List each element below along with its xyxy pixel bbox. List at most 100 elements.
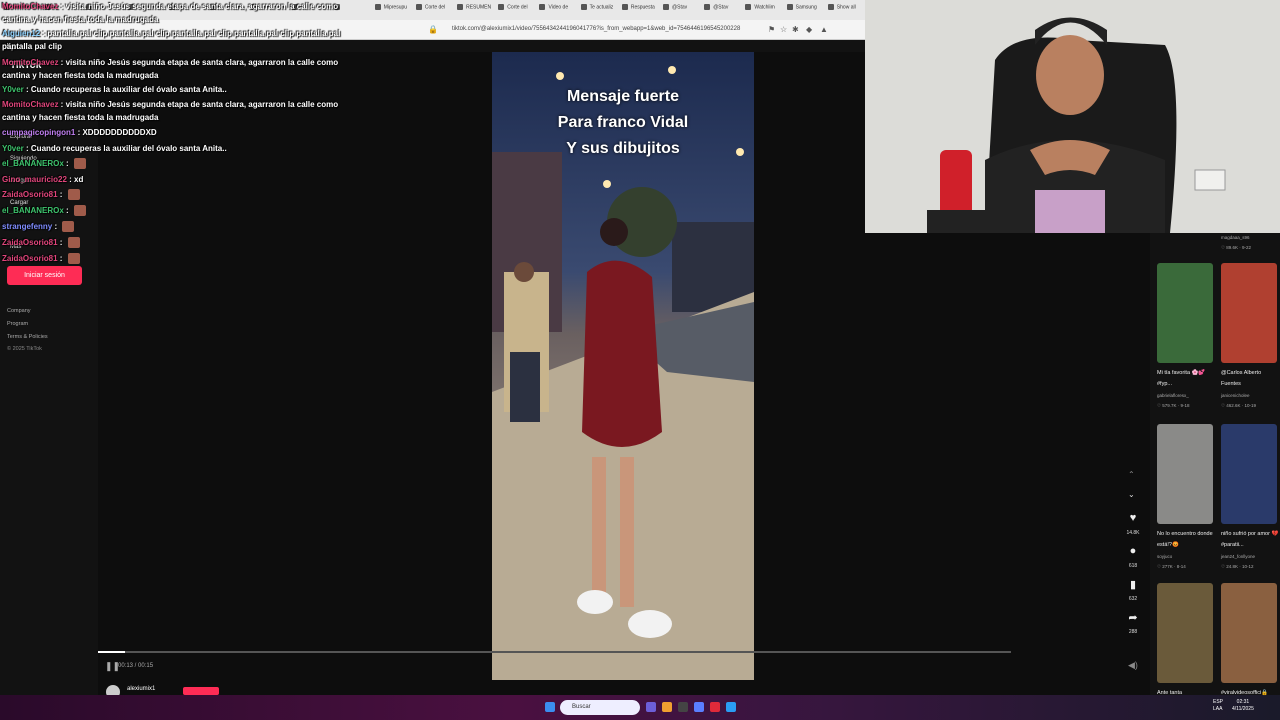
tab-favicon-icon	[663, 4, 670, 10]
rec-username[interactable]: janicenicholee	[1221, 393, 1280, 398]
chat-username[interactable]: strangefenny	[2, 222, 52, 231]
chat-message: ZaidaOsorio81 :	[2, 188, 352, 201]
chat-username[interactable]: cumpagicopingon1	[2, 128, 75, 137]
share-icon[interactable]: ➦	[1126, 611, 1140, 624]
chat-username[interactable]: Alguien12	[2, 29, 40, 38]
chat-separator: :	[63, 206, 71, 215]
browser-tab[interactable]: Video de	[539, 4, 576, 17]
rec-stats: ♡ 277K · 8-14	[1157, 564, 1186, 569]
rec-thumbnail[interactable]	[1157, 424, 1213, 524]
tab-label: Te actualiz	[589, 4, 614, 11]
rec-thumbnail[interactable]	[1157, 583, 1213, 683]
volume-icon[interactable]: ◀)	[1128, 660, 1138, 671]
rec-username[interactable]: magdaaa_s96	[1221, 235, 1280, 240]
chevron-down-icon[interactable]: ⌄	[1128, 490, 1135, 499]
heart-icon[interactable]: ♥	[1126, 512, 1140, 524]
chat-username[interactable]: MomitoChavez	[2, 100, 58, 109]
chat-username[interactable]: MomitoChavez	[2, 58, 58, 67]
start-icon[interactable]	[545, 702, 555, 712]
url-field[interactable]: tiktok.com/@alexiumix1/video/75564342441…	[452, 26, 740, 32]
video-progress-bar[interactable]	[98, 651, 1011, 653]
chat-username[interactable]: MomitoChavez	[2, 2, 58, 11]
copyright-text: © 2025 TikTok	[7, 346, 42, 352]
rec-title[interactable]: Mi tía favorita 🌸💕 #fyp...	[1157, 368, 1217, 390]
rec-username[interactable]: gabrielafloresx_	[1157, 393, 1217, 398]
rec-thumbnail[interactable]	[1157, 263, 1213, 363]
app-taskbar-icon[interactable]	[678, 702, 688, 712]
browser-tab[interactable]: Te actualiz	[580, 4, 618, 17]
browser-tab[interactable]: Samsung	[786, 4, 824, 17]
rec-title[interactable]: #viralvideosoffici🔒	[1221, 688, 1280, 699]
bookmark-icon[interactable]: ▮	[1126, 578, 1140, 591]
chat-message: ZaidaOsorio81 :	[2, 252, 352, 265]
follow-button[interactable]	[183, 687, 219, 695]
chat-username[interactable]: ZaidaOsorio81	[2, 254, 58, 263]
chat-username[interactable]: el_BANANEROx	[2, 159, 64, 168]
windows-taskbar	[0, 695, 1280, 720]
action-count: 288	[1128, 629, 1138, 635]
rec-username[interactable]: soyjuco	[1157, 554, 1217, 559]
extension-icon[interactable]: ✱	[792, 25, 799, 34]
footer-link-program[interactable]: Program	[7, 321, 28, 327]
tab-favicon-icon	[457, 4, 464, 10]
chat-emote-icon	[67, 253, 80, 265]
chat-username[interactable]: Y0ver	[2, 144, 24, 153]
caption-line: Y sus dibujitos	[566, 140, 680, 157]
star-icon[interactable]: ☆	[780, 25, 787, 34]
rec-thumbnail[interactable]	[1221, 263, 1277, 363]
language-indicator[interactable]: ESP LAA	[1213, 699, 1223, 713]
chat-username[interactable]: Y0ver	[2, 85, 24, 94]
rec-title[interactable]: Ante tanta	[1157, 688, 1217, 699]
footer-link-company[interactable]: Company	[7, 308, 31, 314]
chat-message: el_BANANEROx :	[2, 157, 352, 170]
action-count: 632	[1128, 596, 1138, 602]
taskview-icon[interactable]	[646, 702, 656, 712]
tab-label: Show all	[836, 4, 856, 11]
explorer-taskbar-icon[interactable]	[726, 702, 736, 712]
browser-tab[interactable]: Corte del	[498, 4, 535, 17]
brave-taskbar-icon[interactable]	[662, 702, 672, 712]
obs-taskbar-icon[interactable]	[694, 702, 704, 712]
browser-tab[interactable]: Respuesta	[621, 4, 659, 17]
chat-username[interactable]: el_BANANEROx	[2, 206, 64, 215]
browser-tab[interactable]: Show all	[827, 4, 865, 17]
chat-username[interactable]: Gino_mauricio22	[2, 175, 67, 184]
chat-message: ZaidaOsorio81 :	[2, 236, 352, 249]
rec-title[interactable]: @Carlos Alberto Fuentes	[1221, 368, 1280, 390]
comment-icon[interactable]: ●	[1126, 545, 1140, 557]
browser-tab[interactable]: @Stav	[704, 4, 741, 17]
rec-stats: ♡ 89.6K · 9-22	[1221, 245, 1252, 250]
translate-icon[interactable]: ⚑	[768, 25, 775, 34]
browser-tab[interactable]: Corte del	[415, 4, 453, 17]
chat-message: MomitoChavez : visita niño Jesús segunda…	[2, 0, 352, 26]
browser-tab[interactable]: @Stav	[663, 4, 700, 17]
caption-line: Mensaje fuerte	[566, 88, 680, 105]
stream-taskbar-icon[interactable]	[710, 702, 720, 712]
chevron-up-icon[interactable]: ⌃	[1128, 470, 1135, 479]
action-count: 618	[1128, 563, 1138, 569]
rec-title[interactable]: niño sufrió por amor 💔#paratii...	[1221, 529, 1280, 551]
lang-text: ESP LAA	[1213, 699, 1224, 712]
chat-username[interactable]: ZaidaOsorio81	[2, 190, 58, 199]
footer-link-terms[interactable]: Terms & Policies	[7, 334, 48, 340]
webcam-image	[865, 0, 1280, 233]
browser-tab[interactable]: RESUMEN	[457, 4, 494, 17]
rec-username[interactable]: jean24_fonllyone	[1221, 554, 1280, 559]
rec-thumbnail[interactable]	[1221, 583, 1277, 683]
taskbar-clock[interactable]: 02:31 4/11/2025	[1232, 699, 1254, 713]
author-name[interactable]: alexiumix1	[127, 686, 155, 692]
chat-message: strangefenny :	[2, 220, 352, 233]
browser-tab[interactable]: Watchlim	[745, 4, 782, 17]
brave-icon[interactable]: ▲	[820, 25, 828, 34]
chat-username[interactable]: ZaidaOsorio81	[2, 238, 58, 247]
chat-message: el_BANANEROx :	[2, 204, 352, 217]
rec-thumbnail[interactable]	[1221, 424, 1277, 524]
tab-label: Corte del	[424, 4, 446, 11]
browser-tab[interactable]: Mipresupu	[374, 4, 412, 17]
shield-icon[interactable]: ◆	[806, 25, 812, 34]
chat-separator: :	[23, 85, 31, 94]
tab-label: Respuesta	[630, 4, 655, 11]
rec-title[interactable]: No lo encuentro donde está!?😡	[1157, 529, 1217, 551]
taskbar-search-input[interactable]: Buscar	[560, 700, 640, 715]
author-strip: alexiumix1	[98, 682, 1150, 699]
